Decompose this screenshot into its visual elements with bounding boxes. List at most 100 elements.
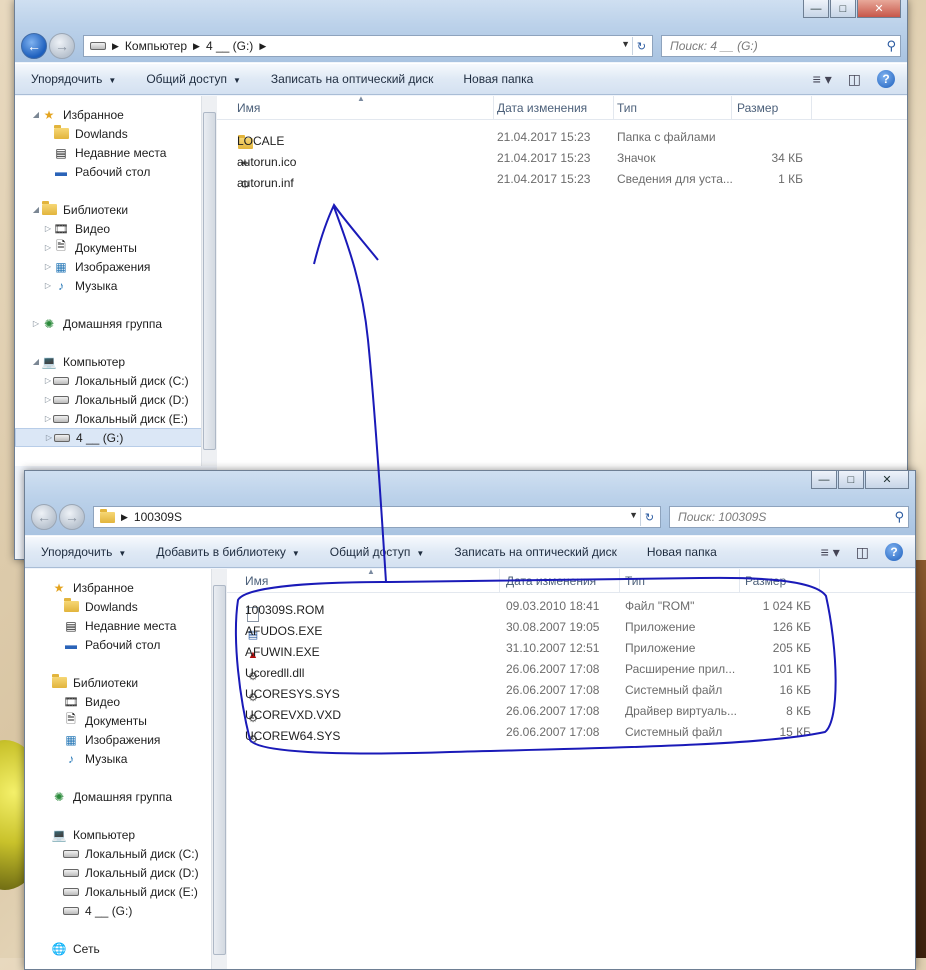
nav-favorites[interactable]: ★ Избранное xyxy=(25,578,224,597)
back-button[interactable]: ← xyxy=(21,33,47,59)
burn-disc-button[interactable]: Записать на оптический диск xyxy=(271,72,434,86)
breadcrumb-100309s[interactable]: 100309S xyxy=(134,510,182,524)
nav-item-desktop[interactable]: ▬ Рабочий стол xyxy=(25,635,224,654)
preview-pane-icon[interactable]: ◫ xyxy=(856,544,869,561)
column-size[interactable]: Размер xyxy=(745,574,786,588)
nav-item-recent[interactable]: ▤ Недавние места xyxy=(15,143,214,162)
expand-icon[interactable]: ▷ xyxy=(44,433,54,442)
column-type[interactable]: Тип xyxy=(625,574,645,588)
expand-icon[interactable]: ◢ xyxy=(31,205,41,214)
search-input[interactable]: Поиск: 4 __ (G:) ⚲ xyxy=(661,35,901,57)
nav-item-music[interactable]: ♪ Музыка xyxy=(25,749,224,768)
nav-item-recent[interactable]: ▤ Недавние места xyxy=(25,616,224,635)
view-options-icon[interactable]: ≡ ▾ xyxy=(813,71,832,88)
share-button[interactable]: Общий доступ ▼ xyxy=(146,72,241,86)
column-date[interactable]: Дата изменения xyxy=(497,101,587,115)
close-button[interactable]: ✕ xyxy=(865,471,909,489)
expand-icon[interactable]: ▷ xyxy=(43,376,53,385)
file-row[interactable]: ✒ autorun.ico 21.04.2017 15:23 Значок 34 … xyxy=(217,147,907,170)
scrollbar-thumb[interactable] xyxy=(213,585,226,955)
nav-item-drive-c[interactable]: Локальный диск (C:) xyxy=(25,844,224,863)
organize-button[interactable]: Упорядочить ▼ xyxy=(41,545,126,559)
expand-icon[interactable]: ▷ xyxy=(43,262,53,271)
maximize-button[interactable]: □ xyxy=(830,0,856,18)
nav-item-drive-g[interactable]: 4 __ (G:) xyxy=(25,901,224,920)
column-type[interactable]: Тип xyxy=(617,101,637,115)
file-row[interactable]: LOCALE 21.04.2017 15:23 Папка с файлами xyxy=(217,126,907,149)
column-name[interactable]: Имя xyxy=(237,101,260,115)
nav-scrollbar[interactable] xyxy=(211,569,227,969)
nav-homegroup[interactable]: ✺ Домашняя группа xyxy=(25,787,224,806)
column-name[interactable]: Имя xyxy=(245,574,268,588)
file-row[interactable]: ▤ AFUDOS.EXE 30.08.2007 19:05 Приложение 126… xyxy=(227,616,915,641)
search-icon[interactable]: ⚲ xyxy=(894,509,904,525)
back-button[interactable]: ← xyxy=(31,504,57,530)
add-to-library-button[interactable]: Добавить в библиотеку ▼ xyxy=(156,545,299,559)
nav-item-dowlands[interactable]: Dowlands xyxy=(15,124,214,143)
nav-libraries[interactable]: Библиотеки xyxy=(25,673,224,692)
expand-icon[interactable]: ▷ xyxy=(43,243,53,252)
burn-disc-button[interactable]: Записать на оптический диск xyxy=(454,545,617,559)
file-row[interactable]: ⚙ UCOREVXD.VXD 26.06.2007 17:08 Драйвер вир… xyxy=(227,700,915,725)
nav-item-drive-e[interactable]: Локальный диск (E:) xyxy=(25,882,224,901)
new-folder-button[interactable]: Новая папка xyxy=(463,72,533,86)
nav-item-pictures[interactable]: ▷ ▦ Изображения xyxy=(15,257,214,276)
help-icon[interactable]: ? xyxy=(877,70,895,88)
nav-computer[interactable]: ◢ 💻 Компьютер xyxy=(15,352,214,371)
search-input[interactable]: Поиск: 100309S ⚲ xyxy=(669,506,909,528)
expand-icon[interactable]: ▷ xyxy=(43,395,53,404)
file-row[interactable]: ⚙ autorun.inf 21.04.2017 15:23 Сведения д… xyxy=(217,168,907,191)
nav-item-drive-g[interactable]: ▷ 4 __ (G:) xyxy=(15,428,214,447)
file-row[interactable]: 100309S.ROM 09.03.2010 18:41 Файл "ROM" 1 0… xyxy=(227,595,915,622)
file-row[interactable]: ▲ AFUWIN.EXE 31.10.2007 12:51 Приложение 205… xyxy=(227,637,915,661)
address-dropdown-icon[interactable]: ▼ xyxy=(629,510,638,520)
file-row[interactable]: ⚙ UCOREW64.SYS 26.06.2007 17:08 Системный ф… xyxy=(227,721,915,746)
nav-favorites[interactable]: ◢ ★ Избранное xyxy=(15,105,214,124)
nav-item-video[interactable]: ▷ 🎞 Видео xyxy=(15,219,214,238)
column-size[interactable]: Размер xyxy=(737,101,778,115)
breadcrumb-computer[interactable]: Компьютер xyxy=(125,39,187,53)
maximize-button[interactable]: □ xyxy=(838,471,864,489)
expand-icon[interactable]: ◢ xyxy=(31,110,41,119)
expand-icon[interactable]: ▷ xyxy=(43,224,53,233)
close-button[interactable]: ✕ xyxy=(857,0,901,18)
nav-item-drive-c[interactable]: ▷ Локальный диск (C:) xyxy=(15,371,214,390)
expand-icon[interactable]: ◢ xyxy=(31,357,41,366)
nav-item-drive-d[interactable]: ▷ Локальный диск (D:) xyxy=(15,390,214,409)
minimize-button[interactable]: — xyxy=(803,0,829,18)
nav-item-drive-e[interactable]: ▷ Локальный диск (E:) xyxy=(15,409,214,428)
nav-item-dowlands[interactable]: Dowlands xyxy=(25,597,224,616)
address-bar[interactable]: ▶ Компьютер ▶ 4 __ (G:) ▶ ▼ ↻ xyxy=(83,35,653,57)
preview-pane-icon[interactable]: ◫ xyxy=(848,71,861,88)
nav-item-video[interactable]: 🎞 Видео xyxy=(25,692,224,711)
minimize-button[interactable]: — xyxy=(811,471,837,489)
forward-button[interactable]: → xyxy=(59,504,85,530)
expand-icon[interactable]: ▷ xyxy=(43,414,53,423)
refresh-icon[interactable]: ↻ xyxy=(640,508,658,526)
address-bar[interactable]: ▶ 100309S ▼ ↻ xyxy=(93,506,661,528)
nav-homegroup[interactable]: ▷ ✺ Домашняя группа xyxy=(15,314,214,333)
expand-icon[interactable]: ▷ xyxy=(43,281,53,290)
nav-item-desktop[interactable]: ▬ Рабочий стол xyxy=(15,162,214,181)
new-folder-button[interactable]: Новая папка xyxy=(647,545,717,559)
refresh-icon[interactable]: ↻ xyxy=(632,37,650,55)
nav-computer[interactable]: 💻 Компьютер xyxy=(25,825,224,844)
nav-scrollbar[interactable] xyxy=(201,96,217,466)
file-row[interactable]: ⚙ Ucoredll.dll 26.06.2007 17:08 Расширение … xyxy=(227,658,915,683)
scrollbar-thumb[interactable] xyxy=(203,112,216,450)
nav-item-documents[interactable]: 🗎 Документы xyxy=(25,711,224,730)
nav-item-pictures[interactable]: ▦ Изображения xyxy=(25,730,224,749)
address-dropdown-icon[interactable]: ▼ xyxy=(621,39,630,49)
share-button[interactable]: Общий доступ ▼ xyxy=(330,545,425,559)
column-date[interactable]: Дата изменения xyxy=(506,574,596,588)
forward-button[interactable]: → xyxy=(49,33,75,59)
nav-libraries[interactable]: ◢ Библиотеки xyxy=(15,200,214,219)
search-icon[interactable]: ⚲ xyxy=(886,38,896,54)
nav-item-documents[interactable]: ▷ 🗎 Документы xyxy=(15,238,214,257)
view-options-icon[interactable]: ≡ ▾ xyxy=(821,544,840,561)
nav-network[interactable]: 🌐 Сеть xyxy=(25,939,224,958)
nav-item-music[interactable]: ▷ ♪ Музыка xyxy=(15,276,214,295)
file-row[interactable]: ⚙ UCORESYS.SYS 26.06.2007 17:08 Системный ф… xyxy=(227,679,915,704)
help-icon[interactable]: ? xyxy=(885,543,903,561)
organize-button[interactable]: Упорядочить ▼ xyxy=(31,72,116,86)
